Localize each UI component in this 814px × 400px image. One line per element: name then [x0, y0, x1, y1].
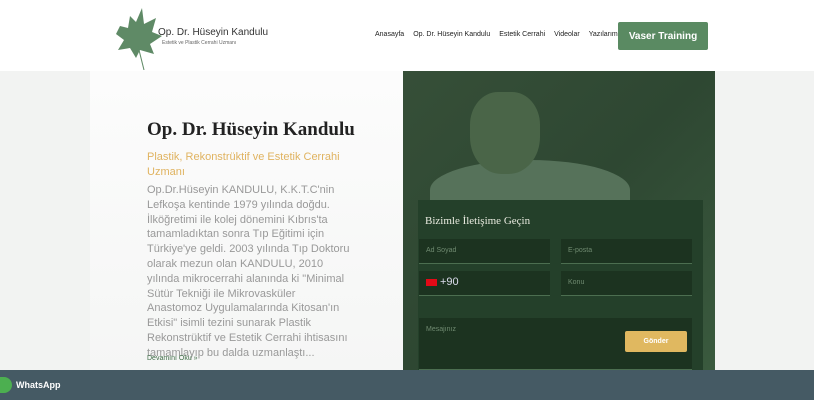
photo-figure-head — [470, 92, 540, 174]
brand-tagline: Estetik ve Plastik Cerrahi Uzmanı — [162, 40, 237, 46]
bio-line: Lefkoşa kentinde 1979 yılında doğdu. — [147, 198, 330, 211]
leaf-logo-icon[interactable] — [114, 6, 164, 70]
nav-anasayfa[interactable]: Anasayfa — [375, 31, 404, 38]
nav-videolar[interactable]: Videolar — [554, 31, 580, 38]
name-input[interactable]: Ad Soyad — [419, 239, 550, 264]
nav-yazilarim[interactable]: Yazılarım — [589, 31, 618, 38]
bio-paragraph: Op.Dr.Hüseyin KANDULU, K.K.T.C'nin Lefko… — [147, 183, 349, 361]
vaser-training-button[interactable]: Vaser Training — [618, 22, 708, 50]
subtitle: Plastik, Rekonstrüktif ve Estetik Cerrah… — [147, 151, 340, 178]
nav-about[interactable]: Op. Dr. Hüseyin Kandulu — [413, 31, 490, 38]
bottom-bar — [0, 370, 814, 400]
whatsapp-icon — [0, 377, 12, 393]
bio-line: Op.Dr.Hüseyin KANDULU, K.K.T.C'nin — [147, 184, 335, 196]
phone-input[interactable]: +90 — [419, 271, 550, 296]
bio-line: İlköğretimi ile kolej dönemini Kıbrıs'ta — [147, 213, 328, 226]
bio-line: Rekonstrüktif ve Estetik Cerrahi ihtisas… — [147, 331, 348, 344]
turkey-flag-icon[interactable] — [426, 278, 437, 286]
bio-line: Türkiye'ye geldi. 2003 yılında Tıp Dokto… — [147, 243, 350, 256]
read-more-link[interactable]: Devamını Oku » — [147, 355, 198, 362]
subject-input[interactable]: Konu — [561, 271, 692, 296]
phone-code: +90 — [440, 276, 459, 288]
site-header: Op. Dr. Hüseyin Kandulu Estetik ve Plast… — [0, 0, 814, 71]
email-input[interactable]: E-posta — [561, 239, 692, 264]
nav-estetik-cerrahi[interactable]: Estetik Cerrahi — [499, 31, 545, 38]
bio-line: Anastomoz Uygulamalarında Kitosan'ın — [147, 302, 340, 315]
bio-line: olarak mezun olan KANDULU, 2010 — [147, 257, 324, 270]
whatsapp-button[interactable]: WhatsApp — [0, 377, 61, 393]
main-nav: Anasayfa Op. Dr. Hüseyin Kandulu Estetik… — [375, 31, 618, 38]
bio-line: Etkisi" isimli tezini sunarak Plastik — [147, 317, 312, 330]
bio-line: yılında mikrocerrahi alanında ki "Minima… — [147, 272, 345, 285]
whatsapp-label: WhatsApp — [16, 380, 61, 390]
page-title: Op. Dr. Hüseyin Kandulu — [147, 119, 355, 140]
brand-name: Op. Dr. Hüseyin Kandulu — [158, 27, 269, 38]
submit-button[interactable]: Gönder — [625, 331, 687, 352]
bio-line: tamamladıktan sonra Tıp Eğitimi için — [147, 228, 325, 241]
contact-form-title: Bizimle İletişime Geçin — [425, 215, 531, 227]
brand[interactable]: Op. Dr. Hüseyin Kandulu Estetik ve Plast… — [158, 27, 268, 46]
bio-line: Sütür Tekniği ile Mikrovasküler — [147, 287, 296, 300]
